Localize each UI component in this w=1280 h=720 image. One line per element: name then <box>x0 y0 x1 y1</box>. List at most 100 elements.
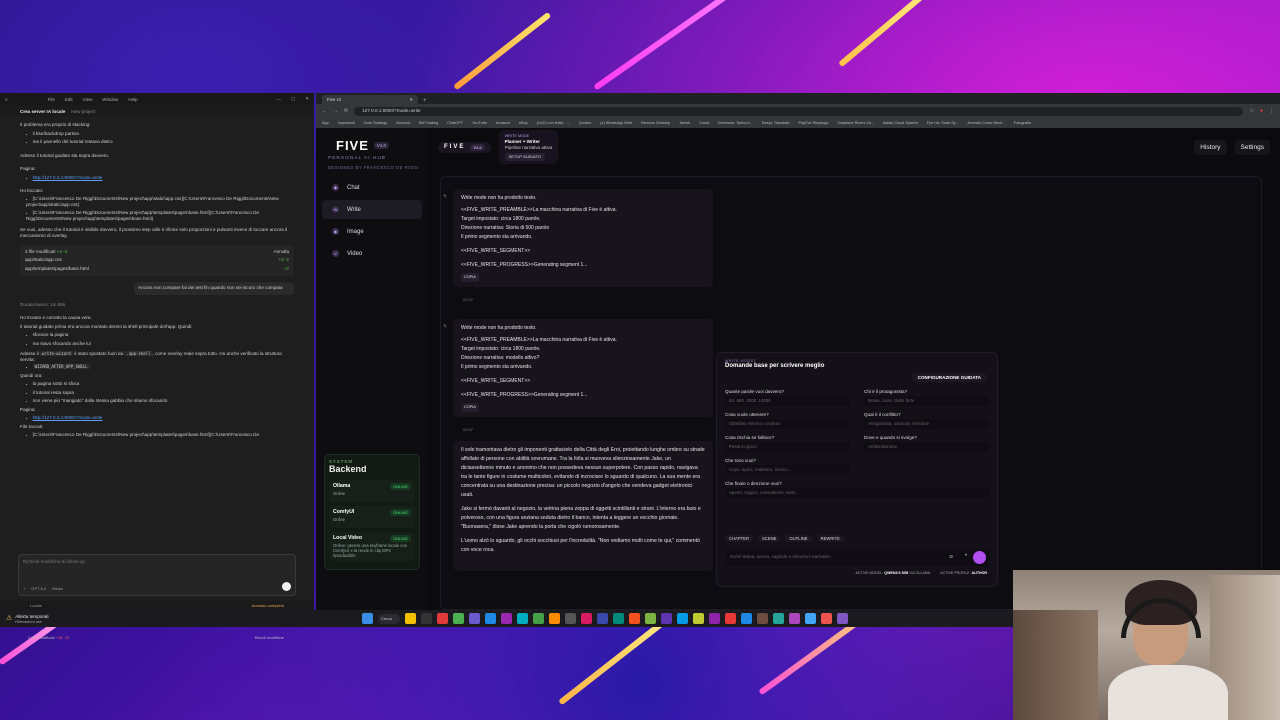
setup-guide-button[interactable]: SETUP GUIDATO <box>504 153 545 161</box>
bookmark-item[interactable]: Guru Strategy <box>364 121 388 125</box>
ending-field[interactable]: Aperto, tragico, consolatorio, twist... <box>725 488 989 498</box>
send-button[interactable] <box>282 582 291 591</box>
app-icon[interactable] <box>453 613 464 624</box>
weather-widget[interactable]: ⚠ Allerta temporali Rilevazioni ora <box>6 614 48 624</box>
chip-rewrite[interactable]: REWRITE <box>816 535 844 542</box>
bookmark-item[interactable]: Direzione: Torino e... <box>718 121 753 125</box>
bookmark-item[interactable]: (1) WhatsApp Web <box>600 121 632 125</box>
bookmark-item[interactable]: Fyn Ha: Solar Sy... <box>927 121 959 125</box>
app-icon[interactable] <box>469 613 480 624</box>
bookmark-item[interactable]: Importanti <box>338 121 355 125</box>
bookmark-item[interactable]: Amazon <box>496 121 510 125</box>
reload-icon[interactable]: ⟳ <box>344 108 348 114</box>
conflict-field[interactable]: Antagonista, ostacolo, tensione <box>864 419 989 429</box>
app-icon[interactable] <box>645 613 656 624</box>
history-button[interactable]: History <box>1194 139 1227 155</box>
search-box[interactable]: Cerca <box>378 613 400 624</box>
star-icon[interactable]: ☆ <box>1249 108 1253 114</box>
access-select[interactable]: Accesso completo <box>252 603 284 608</box>
file-path[interactable]: [C:\Users\Francesco De Riggi\Documents\N… <box>26 210 294 222</box>
app-icon[interactable] <box>421 613 432 624</box>
app-icon[interactable] <box>581 613 592 624</box>
app-icon[interactable] <box>661 613 672 624</box>
bookmark-item[interactable]: Bkt Trading <box>419 121 438 125</box>
copy-button[interactable]: COPIA <box>461 403 479 412</box>
followup-input[interactable]: Richiedi modifiche di follow-up + GPT-5.… <box>18 554 296 596</box>
chip-outline[interactable]: OUTLINE <box>785 535 812 542</box>
chip-chapter[interactable]: CHAPTER <box>725 535 754 542</box>
menu-edit[interactable]: Edit <box>65 97 73 102</box>
tone-field[interactable]: Cupo, epico, realistico, ironico... <box>725 465 850 475</box>
app-icon[interactable] <box>789 613 800 624</box>
file-name[interactable]: app/static/app.css <box>25 256 62 265</box>
menu-icon[interactable]: ≡ <box>5 97 8 102</box>
bookmark-item[interactable]: DeepL Translate <box>762 121 790 125</box>
app-icon[interactable] <box>741 613 752 624</box>
app-icon[interactable] <box>597 613 608 624</box>
bookmark-item[interactable]: Account <box>396 121 410 125</box>
nav-write[interactable]: W Write <box>322 200 422 219</box>
attach-icon[interactable]: ⌀ <box>949 553 953 560</box>
bookmark-item[interactable]: YouTube <box>472 121 487 125</box>
bookmark-item[interactable]: Fotografia <box>1014 121 1031 125</box>
send-button[interactable] <box>973 551 986 564</box>
bookmark-item[interactable]: eBay <box>519 121 528 125</box>
mic-icon[interactable]: • <box>965 553 967 559</box>
close-tab-icon[interactable]: ✕ <box>409 97 413 102</box>
app-icon[interactable] <box>437 613 448 624</box>
app-icon[interactable] <box>565 613 576 624</box>
app-icon[interactable] <box>821 613 832 624</box>
forward-icon[interactable]: → <box>333 108 338 114</box>
guided-config-button[interactable]: CONFIGURAZIONE GUIDATA <box>911 373 987 382</box>
url-input[interactable]: 127.0.0.1:8000/?mode=write <box>354 106 1244 116</box>
bookmark-item[interactable]: Quotes <box>579 121 591 125</box>
menu-window[interactable]: Window <box>102 97 118 102</box>
app-icon[interactable] <box>805 613 816 624</box>
bookmark-item[interactable]: ChatGPT <box>447 121 463 125</box>
app-icon[interactable] <box>725 613 736 624</box>
app-icon[interactable] <box>485 613 496 624</box>
location-select[interactable]: Locale <box>30 603 42 608</box>
app-icon[interactable] <box>613 613 624 624</box>
bookmark-item[interactable]: (1422 non lette) - ... <box>537 121 570 125</box>
back-icon[interactable]: ← <box>322 108 327 114</box>
protagonist-field[interactable]: Nome, ruolo, tratto forte <box>864 396 989 406</box>
file-path[interactable]: [C:\Users\Francesco De Riggi\Documents\N… <box>26 431 294 440</box>
nav-video[interactable]: V Video <box>322 244 422 263</box>
add-icon[interactable]: + <box>23 586 25 591</box>
start-icon[interactable] <box>362 613 373 624</box>
app-icon[interactable] <box>501 613 512 624</box>
new-tab-icon[interactable]: + <box>423 98 427 104</box>
menu-help[interactable]: Help <box>128 97 137 102</box>
app-icon[interactable] <box>533 613 544 624</box>
worked-time[interactable]: Durata lavoro: 1m 56s <box>20 301 294 310</box>
undo-button[interactable]: Annulla <box>274 248 289 257</box>
copy-button[interactable]: COPIA <box>461 273 479 282</box>
maximize-icon[interactable]: ▢ <box>291 96 295 102</box>
nav-chat[interactable]: ◆ Chat <box>322 178 422 197</box>
app-icon[interactable] <box>837 613 848 624</box>
bookmark-item[interactable]: Remove Desktop <box>641 121 670 125</box>
model-select[interactable]: GPT-5.4 <box>31 586 46 591</box>
backend-title[interactable]: Backend <box>329 464 415 474</box>
menu-file[interactable]: File <box>48 97 55 102</box>
menu-dots-icon[interactable]: ⋮ <box>1269 108 1274 114</box>
file-path[interactable]: [C:\Users\Francesco De Riggi\Documents\N… <box>26 196 294 208</box>
bookmark-item[interactable]: Avvento Corso Medi... <box>967 121 1004 125</box>
minimize-icon[interactable]: — <box>276 97 281 102</box>
app-icon[interactable] <box>549 613 560 624</box>
bookmark-item[interactable]: Cloud <box>699 121 709 125</box>
file-name[interactable]: app/templates/pages/base.html <box>25 265 89 274</box>
settings-button[interactable]: Settings <box>1234 139 1270 155</box>
review-changes-button[interactable]: Rivedi modifiche <box>255 635 284 640</box>
nav-image[interactable]: ◆ Image <box>322 222 422 241</box>
app-icon[interactable] <box>773 613 784 624</box>
bookmark-item[interactable]: App <box>322 121 329 125</box>
profile-icon[interactable]: ● <box>1260 108 1263 114</box>
setting-field[interactable]: Ambientazione <box>864 442 989 452</box>
close-icon[interactable]: ✕ <box>305 96 309 102</box>
bookmark-item[interactable]: Vodafone Rivers Vo... <box>838 121 875 125</box>
app-icon[interactable] <box>693 613 704 624</box>
app-icon[interactable] <box>517 613 528 624</box>
file-explorer-icon[interactable] <box>405 613 416 624</box>
